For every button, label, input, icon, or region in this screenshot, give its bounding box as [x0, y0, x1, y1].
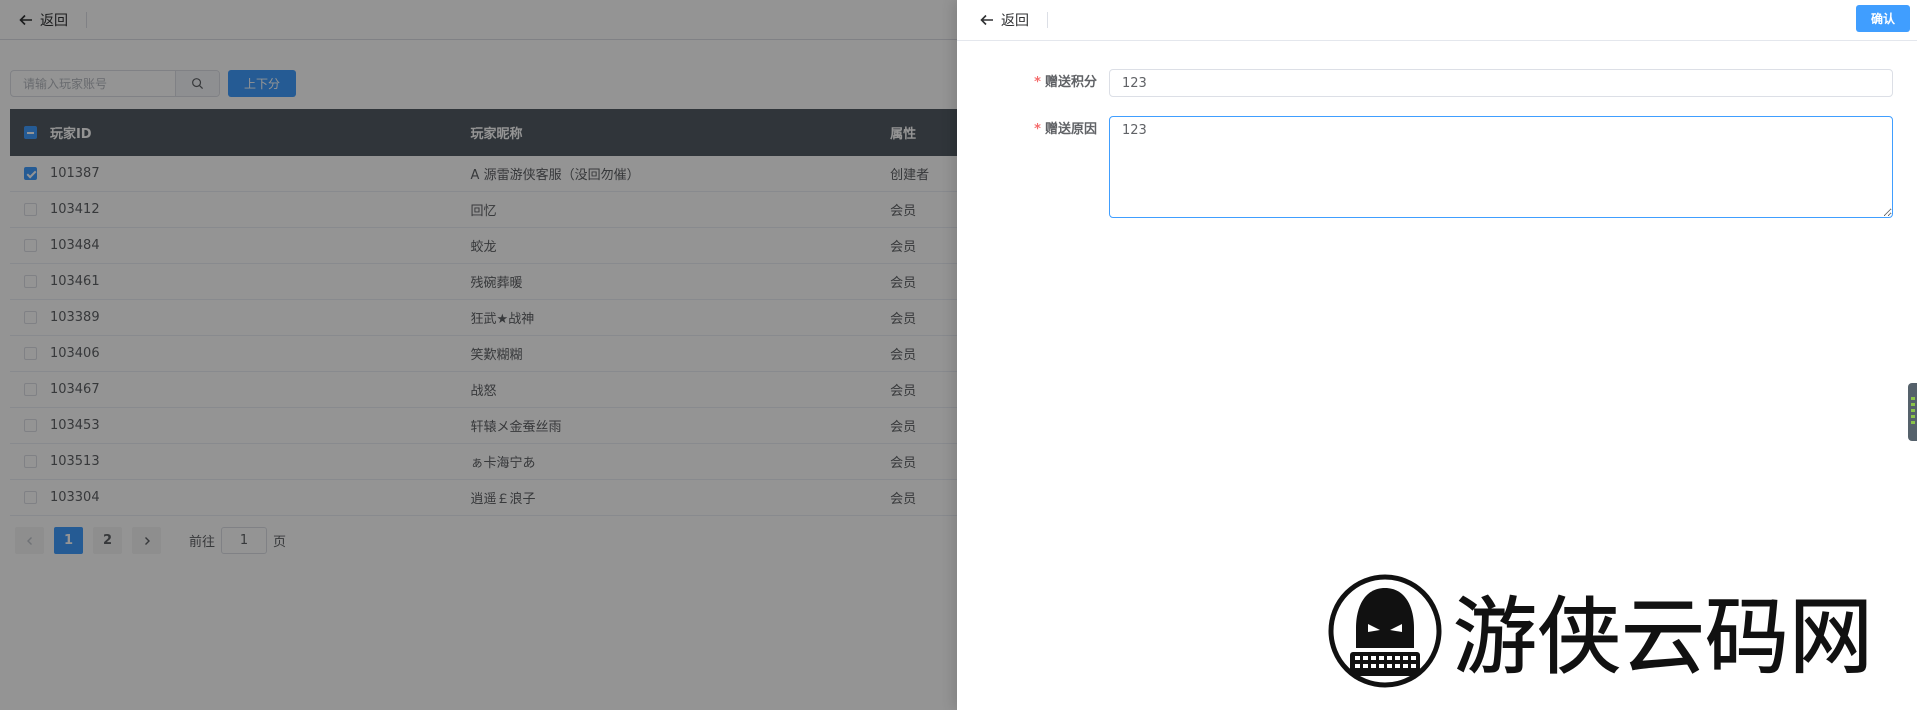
drawer-header: 返回 确认: [957, 0, 1917, 41]
side-toolbar-handle[interactable]: [1908, 383, 1917, 441]
watermark-logo: 游侠云码网: [1328, 574, 1874, 688]
drawer-back-button[interactable]: 返回: [979, 10, 1029, 30]
drawer-back-label: 返回: [1001, 13, 1029, 29]
required-mark: *: [1034, 75, 1041, 90]
points-label-text: 赠送积分: [1044, 75, 1097, 90]
confirm-button[interactable]: 确认: [1856, 5, 1910, 32]
form-item-reason: * 赠送原因 123: [957, 116, 1893, 218]
reason-label: * 赠送原因: [957, 116, 1109, 218]
points-input[interactable]: [1109, 69, 1893, 97]
header-divider: [1047, 12, 1048, 28]
reason-label-text: 赠送原因: [1044, 122, 1097, 137]
modal-overlay[interactable]: [0, 0, 957, 710]
points-label: * 赠送积分: [957, 69, 1109, 97]
required-mark: *: [1034, 122, 1041, 137]
form-item-points: * 赠送积分: [957, 69, 1893, 97]
watermark-text: 游侠云码网: [1453, 588, 1873, 686]
hacker-mascot-icon: [1328, 574, 1442, 688]
arrow-left-icon: [980, 14, 993, 26]
reason-textarea[interactable]: 123: [1109, 116, 1893, 218]
